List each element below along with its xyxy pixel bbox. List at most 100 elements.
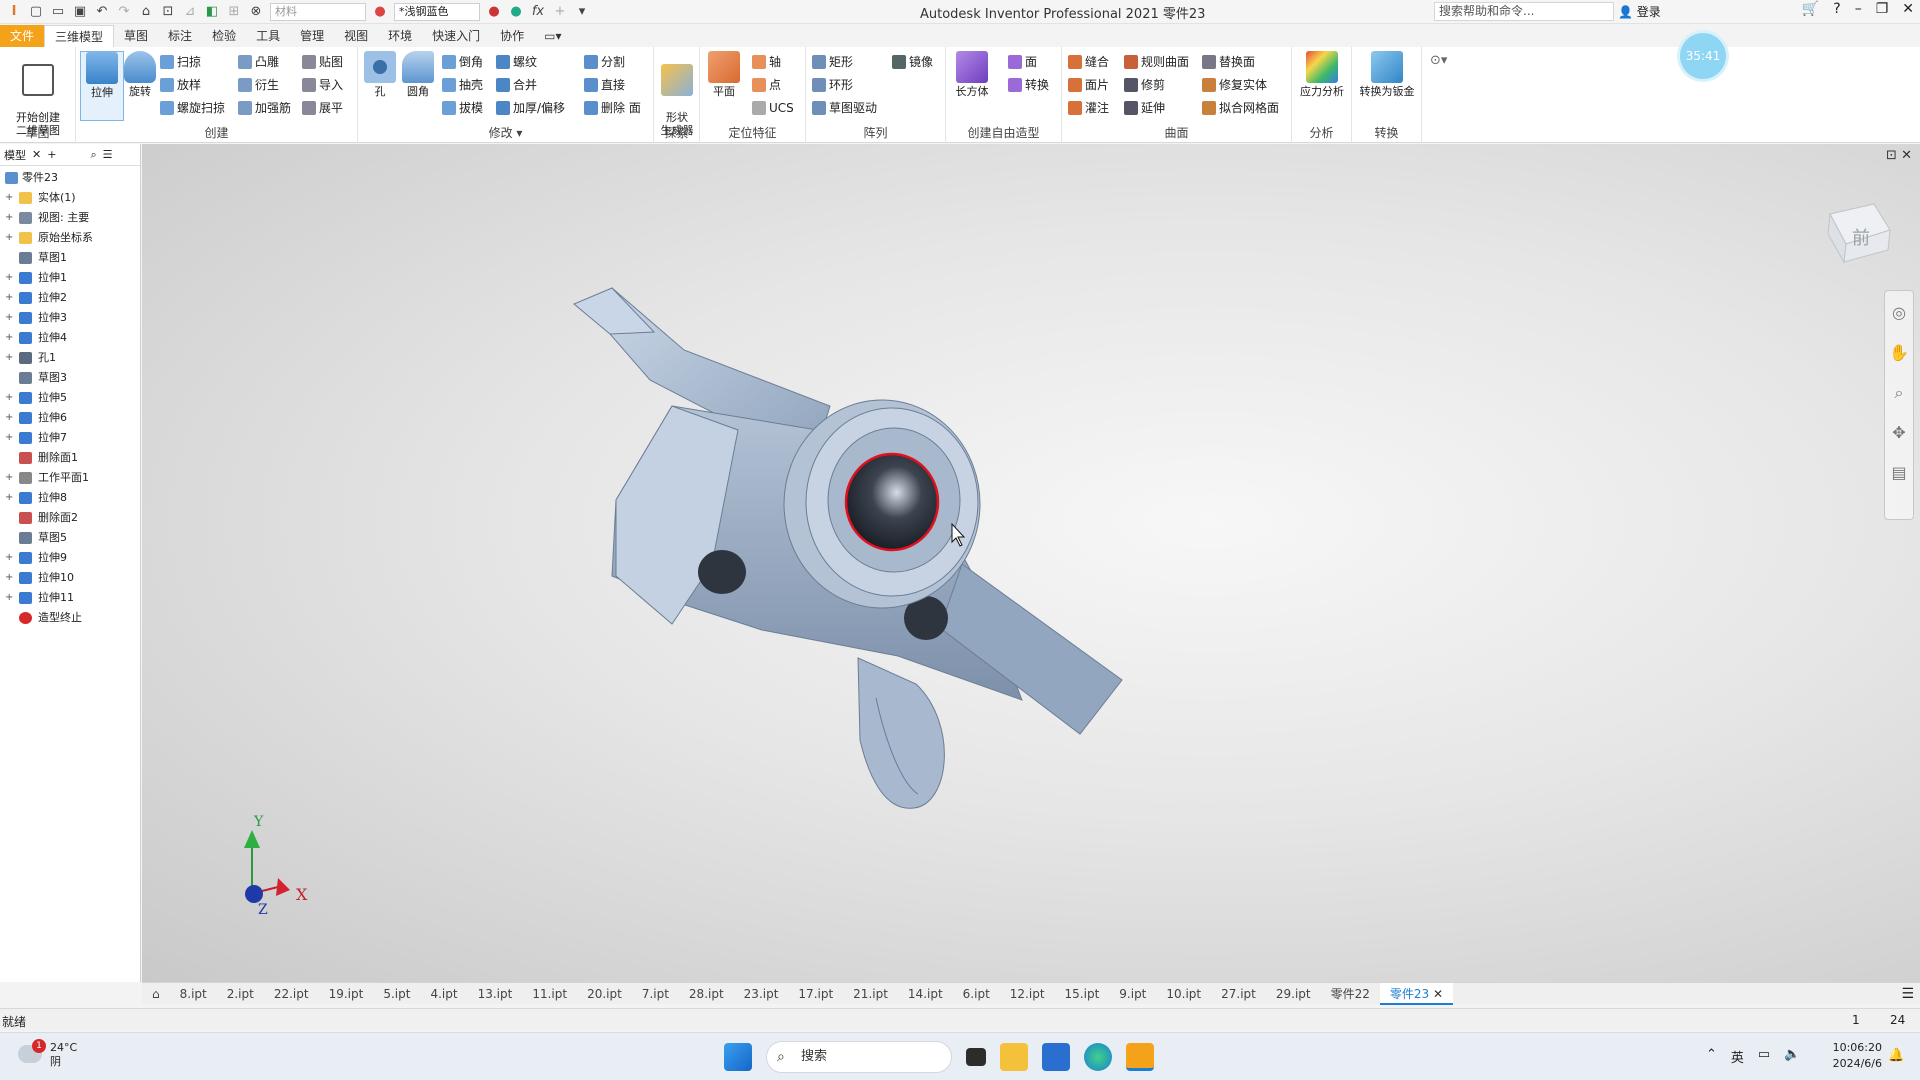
material-combo[interactable]: 材料: [270, 3, 366, 21]
redo-icon[interactable]: ↷: [116, 4, 132, 20]
network-icon[interactable]: ▭: [1758, 1047, 1770, 1066]
zoom-icon[interactable]: ⌕: [1889, 383, 1909, 403]
thread-button[interactable]: 螺纹: [496, 52, 537, 72]
steering-wheel-icon[interactable]: ◎: [1889, 303, 1909, 323]
rect-pattern-button[interactable]: 矩形: [812, 52, 853, 72]
rib-button[interactable]: 加强筋: [238, 98, 291, 118]
document-tab[interactable]: 20.ipt: [577, 983, 632, 1005]
expand-icon[interactable]: +: [5, 213, 13, 223]
help-search-input[interactable]: 搜索帮助和命令...: [1434, 2, 1614, 21]
document-tab[interactable]: 27.ipt: [1211, 983, 1266, 1005]
chamfer-button[interactable]: 倒角: [442, 52, 483, 72]
look-at-icon[interactable]: ▤: [1889, 463, 1909, 483]
notification-icon[interactable]: 🔔: [1888, 1048, 1904, 1063]
tree-item[interactable]: + 拉伸11: [0, 588, 140, 608]
delete-face-button[interactable]: 删除 面: [584, 98, 641, 118]
document-tab[interactable]: 8.ipt: [170, 983, 217, 1005]
document-tab[interactable]: 17.ipt: [788, 983, 843, 1005]
loft-button[interactable]: 放样: [160, 75, 201, 95]
sculpt-button[interactable]: 灌注: [1068, 98, 1109, 118]
help-icon[interactable]: ?: [1833, 1, 1840, 17]
expand-icon[interactable]: +: [5, 473, 13, 483]
thicken-button[interactable]: 加厚/偏移: [496, 98, 565, 118]
pan-icon[interactable]: ✋: [1889, 343, 1909, 363]
shell-button[interactable]: 抽壳: [442, 75, 483, 95]
file-explorer-icon[interactable]: [1000, 1043, 1028, 1071]
expand-icon[interactable]: +: [5, 313, 13, 323]
tree-item[interactable]: + 拉伸4: [0, 328, 140, 348]
box-button[interactable]: 长方体: [950, 51, 994, 98]
customize-icon[interactable]: ▾: [574, 4, 590, 20]
document-tab[interactable]: 15.ipt: [1055, 983, 1110, 1005]
document-tab[interactable]: 28.ipt: [679, 983, 734, 1005]
adjust-icon[interactable]: ●: [486, 4, 502, 20]
update-icon[interactable]: ◧: [204, 4, 220, 20]
tab-3d-model[interactable]: 三维模型: [44, 25, 115, 47]
volume-icon[interactable]: 🔈: [1784, 1047, 1800, 1066]
document-tab[interactable]: 2.ipt: [217, 983, 264, 1005]
document-tab[interactable]: 6.ipt: [953, 983, 1000, 1005]
tray-expand-icon[interactable]: ⌃: [1706, 1047, 1717, 1066]
orbit-icon[interactable]: ✥: [1889, 423, 1909, 443]
document-tab[interactable]: 7.ipt: [632, 983, 679, 1005]
stress-analysis-button[interactable]: 应力分析: [1294, 51, 1350, 98]
convert-button[interactable]: 转换: [1008, 75, 1049, 95]
document-tab[interactable]: 22.ipt: [264, 983, 319, 1005]
expand-icon[interactable]: +: [5, 433, 13, 443]
tree-item[interactable]: 造型终止: [0, 608, 140, 628]
unfold-button[interactable]: 展平: [302, 98, 343, 118]
tab-file[interactable]: 文件: [0, 25, 45, 47]
tree-item[interactable]: + 工作平面1: [0, 468, 140, 488]
tree-item[interactable]: 删除面1: [0, 448, 140, 468]
fx-icon[interactable]: fx: [530, 4, 546, 20]
expand-icon[interactable]: +: [5, 413, 13, 423]
tab-get-started[interactable]: 快速入门: [422, 25, 490, 47]
tab-environments[interactable]: 环境: [378, 25, 422, 47]
document-tab[interactable]: 11.ipt: [522, 983, 577, 1005]
ruled-surface-button[interactable]: 规则曲面: [1124, 52, 1189, 72]
plane-button[interactable]: 平面: [702, 51, 746, 98]
expand-icon[interactable]: +: [5, 333, 13, 343]
axis-button[interactable]: 轴: [752, 52, 781, 72]
document-tab[interactable]: 21.ipt: [843, 983, 898, 1005]
home-icon[interactable]: ⌂: [142, 983, 170, 1005]
store-icon[interactable]: [1042, 1043, 1070, 1071]
ime-indicator[interactable]: 英: [1731, 1047, 1744, 1066]
document-tab[interactable]: 零件22: [1321, 983, 1380, 1005]
browser-close-icon[interactable]: ✕: [32, 148, 41, 161]
document-tab[interactable]: 9.ipt: [1109, 983, 1156, 1005]
close-button[interactable]: ✕: [1902, 1, 1914, 17]
replace-face-button[interactable]: 替换面: [1202, 52, 1255, 72]
sketch-driven-button[interactable]: 草图驱动: [812, 98, 877, 118]
extend-button[interactable]: 延伸: [1124, 98, 1165, 118]
minimize-button[interactable]: –: [1855, 1, 1862, 17]
direct-button[interactable]: 直接: [584, 75, 625, 95]
fit-mesh-button[interactable]: 拟合网格面: [1202, 98, 1279, 118]
tree-item[interactable]: 草图1: [0, 248, 140, 268]
task-view-icon[interactable]: [966, 1048, 986, 1066]
close-tab-icon[interactable]: ✕: [1429, 987, 1443, 1001]
tree-item[interactable]: + 原始坐标系: [0, 228, 140, 248]
repair-body-button[interactable]: 修复实体: [1202, 75, 1267, 95]
browser-menu-icon[interactable]: ☰: [103, 148, 113, 161]
expand-icon[interactable]: +: [5, 593, 13, 603]
open-icon[interactable]: ▭: [50, 4, 66, 20]
expand-icon[interactable]: +: [5, 493, 13, 503]
tab-extra-dropdown[interactable]: ▭▾: [534, 25, 571, 47]
select-icon[interactable]: ⊡: [160, 4, 176, 20]
home-icon[interactable]: ⌂: [138, 4, 154, 20]
document-tab[interactable]: 5.ipt: [373, 983, 420, 1005]
new-icon[interactable]: ▢: [28, 4, 44, 20]
expand-icon[interactable]: +: [5, 353, 13, 363]
tree-item[interactable]: + 拉伸2: [0, 288, 140, 308]
revolve-button[interactable]: 旋转: [118, 51, 162, 98]
tab-tools[interactable]: 工具: [246, 25, 290, 47]
expand-icon[interactable]: +: [5, 573, 13, 583]
graphics-viewport[interactable]: X Y Z ⊡ ✕ 前 ◎ ✋ ⌕ ✥ ▤: [142, 144, 1920, 982]
fillet-button[interactable]: 圆角: [396, 51, 440, 98]
emboss-button[interactable]: 凸雕: [238, 52, 279, 72]
cart-icon[interactable]: 🛒: [1802, 1, 1819, 17]
tree-item[interactable]: 草图3: [0, 368, 140, 388]
tree-item[interactable]: 删除面2: [0, 508, 140, 528]
face-button[interactable]: 面: [1008, 52, 1037, 72]
